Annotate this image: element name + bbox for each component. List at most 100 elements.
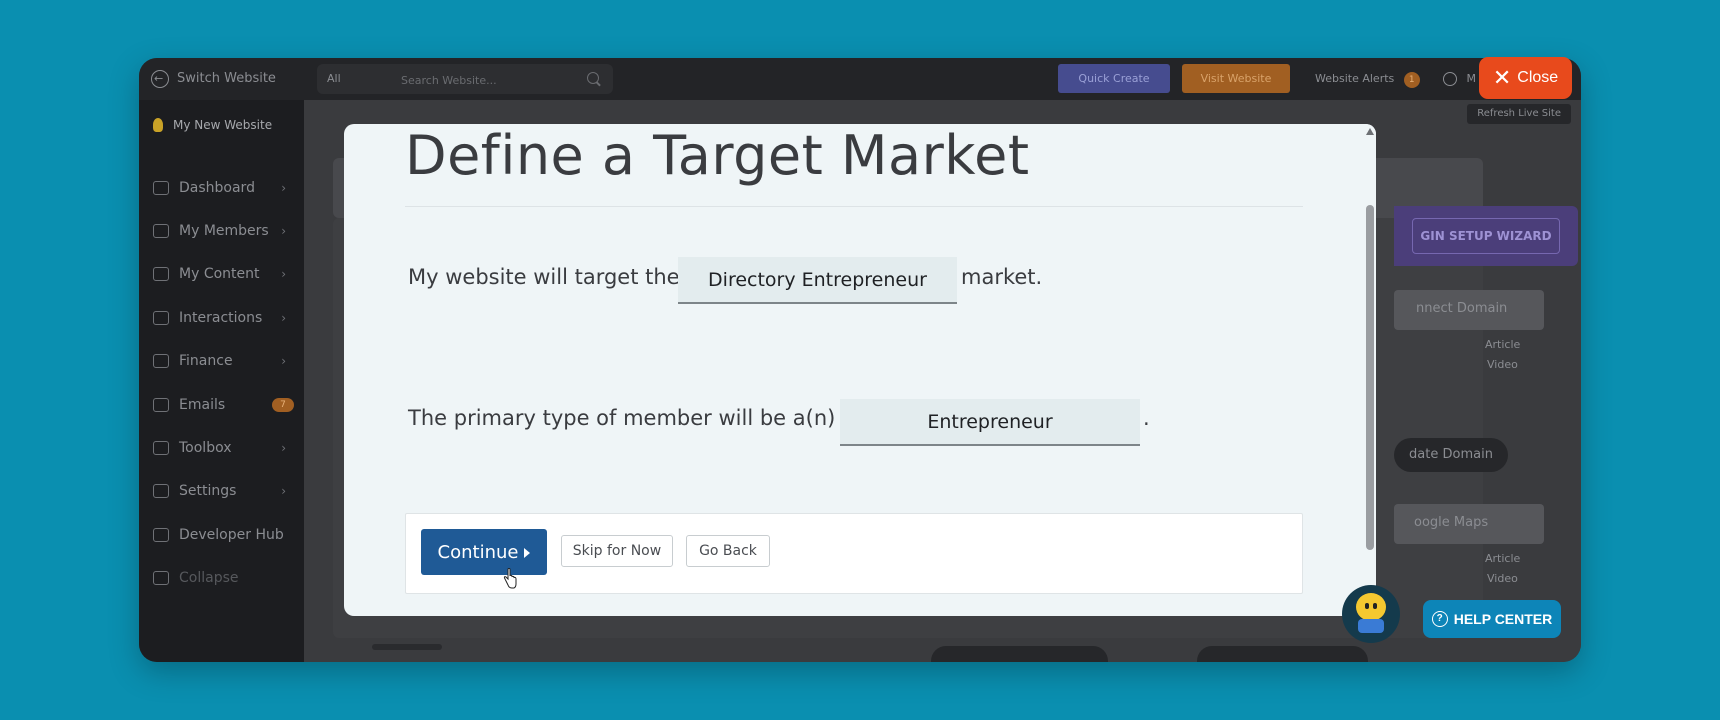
back-arrow-icon (151, 58, 169, 100)
bot-eye (1373, 603, 1377, 609)
sidebar-item-toolbox[interactable]: Toolbox › (139, 426, 304, 469)
chat-icon (153, 310, 169, 325)
background-button[interactable] (1197, 646, 1368, 662)
search-icon[interactable] (587, 72, 599, 84)
sidebar-item-label: Developer Hub (179, 526, 284, 543)
article-link[interactable]: Article (1485, 338, 1520, 351)
sidebar-item-emails[interactable]: Emails 7 (139, 383, 304, 426)
target-market-sentence-prefix: My website will target the (408, 265, 680, 289)
search-input[interactable] (399, 69, 573, 91)
chevron-right-icon: › (281, 354, 286, 369)
hand-cursor-icon (503, 568, 517, 589)
scroll-up-arrow-icon[interactable] (1366, 128, 1374, 135)
alerts-count-badge: 1 (1403, 72, 1420, 88)
article-link[interactable]: Article (1485, 552, 1520, 565)
member-type-sentence-suffix: . (1143, 406, 1150, 430)
tools-icon (153, 441, 169, 456)
sidebar-item-label: Finance (179, 353, 233, 370)
search-bar: All (317, 64, 613, 94)
grid-icon (153, 527, 169, 542)
continue-label: Continue (437, 541, 519, 563)
visit-website-button[interactable]: Visit Website (1182, 64, 1290, 93)
sidebar-item-my-members[interactable]: My Members › (139, 209, 304, 252)
bot-eye (1365, 603, 1369, 609)
sidebar-item-interactions[interactable]: Interactions › (139, 296, 304, 339)
site-name-label: My New Website (173, 118, 273, 132)
user-icon (1443, 72, 1457, 86)
emails-count-badge: 7 (272, 397, 294, 412)
target-market-sentence-suffix: market. (961, 265, 1043, 289)
member-type-sentence-prefix: The primary type of member will be a(n) (408, 406, 836, 430)
sidebar-item-label: My Content (179, 266, 260, 283)
update-domain-button[interactable]: date Domain (1394, 438, 1508, 472)
chevron-right-icon: › (281, 224, 286, 239)
sidebar-item-label: Settings (179, 483, 237, 500)
members-icon (153, 224, 169, 239)
bot-face (1356, 593, 1386, 621)
mail-icon (153, 397, 169, 412)
chart-icon (153, 354, 169, 369)
scrollbar-thumb[interactable] (1366, 205, 1374, 550)
account-menu[interactable]: M (1443, 58, 1476, 100)
skip-for-now-button[interactable]: Skip for Now (561, 535, 673, 567)
target-market-field[interactable] (678, 257, 957, 304)
website-alerts-label: Website Alerts (1315, 72, 1395, 85)
website-alerts-button[interactable]: Website Alerts 1 (1315, 58, 1420, 100)
continue-button[interactable]: Continue (421, 529, 547, 575)
help-center-label: HELP CENTER (1453, 611, 1553, 627)
sidebar-item-label: Collapse (179, 570, 239, 587)
close-label: Close (1517, 69, 1559, 86)
gear-icon (153, 484, 169, 499)
sidebar-item-label: Emails (179, 396, 226, 413)
chevron-right-icon: › (281, 180, 286, 195)
connect-domain-title: nnect Domain (1416, 301, 1508, 316)
sidebar-nav: Dashboard › My Members › My Content › In… (139, 166, 304, 600)
chevron-right-icon: › (281, 310, 286, 325)
sidebar-item-my-content[interactable]: My Content › (139, 253, 304, 296)
scrollbar-thumb[interactable] (372, 644, 442, 650)
switch-website-button[interactable]: Switch Website (151, 58, 276, 100)
top-bar: Switch Website All Quick Create Visit We… (139, 58, 1581, 100)
sidebar-item-finance[interactable]: Finance › (139, 340, 304, 383)
sidebar-item-label: Dashboard (179, 179, 255, 196)
bot-body (1358, 619, 1384, 633)
collapse-icon (153, 571, 169, 586)
sidebar: My New Website Dashboard › My Members › … (139, 100, 304, 662)
member-type-field[interactable] (840, 399, 1140, 446)
assistant-bot-button[interactable] (1342, 585, 1400, 643)
refresh-live-site-button[interactable]: Refresh Live Site (1467, 104, 1571, 124)
question-icon: ? (1431, 611, 1448, 627)
sidebar-item-settings[interactable]: Settings › (139, 470, 304, 513)
sidebar-item-label: Toolbox (179, 440, 232, 457)
quick-create-button[interactable]: Quick Create (1058, 64, 1170, 93)
close-button[interactable]: ✕ Close (1479, 57, 1572, 99)
switch-website-label: Switch Website (177, 71, 276, 86)
sidebar-item-label: Interactions (179, 309, 263, 326)
sidebar-item-dashboard[interactable]: Dashboard › (139, 166, 304, 209)
chevron-right-icon: › (281, 441, 286, 456)
divider (405, 206, 1303, 207)
chevron-right-icon: › (281, 267, 286, 282)
modal-action-bar: Continue (405, 513, 1303, 594)
home-icon (153, 180, 169, 195)
target-market-modal: Define a Target Market My website will t… (344, 124, 1376, 616)
setup-wizard-button[interactable]: GIN SETUP WIZARD (1412, 218, 1560, 254)
modal-scrollbar[interactable] (1364, 124, 1376, 616)
sidebar-item-collapse[interactable]: Collapse (139, 557, 304, 600)
sidebar-item-developer-hub[interactable]: Developer Hub (139, 513, 304, 556)
video-link[interactable]: Video (1487, 572, 1518, 585)
caret-right-icon (524, 547, 531, 558)
search-scope-select[interactable]: All (327, 64, 341, 94)
chevron-right-icon: › (281, 484, 286, 499)
background-button[interactable] (931, 646, 1108, 662)
modal-title: Define a Target Market (405, 124, 1030, 187)
horizontal-scrollbar[interactable] (354, 642, 704, 652)
go-back-button[interactable]: Go Back (686, 535, 770, 567)
sidebar-item-label: My Members (179, 223, 269, 240)
help-center-button[interactable]: ? HELP CENTER (1423, 600, 1561, 638)
close-icon: ✕ (1492, 65, 1512, 90)
video-link[interactable]: Video (1487, 358, 1518, 371)
folder-icon (153, 267, 169, 282)
google-maps-title: oogle Maps (1414, 515, 1489, 530)
site-name[interactable]: My New Website (153, 118, 272, 132)
